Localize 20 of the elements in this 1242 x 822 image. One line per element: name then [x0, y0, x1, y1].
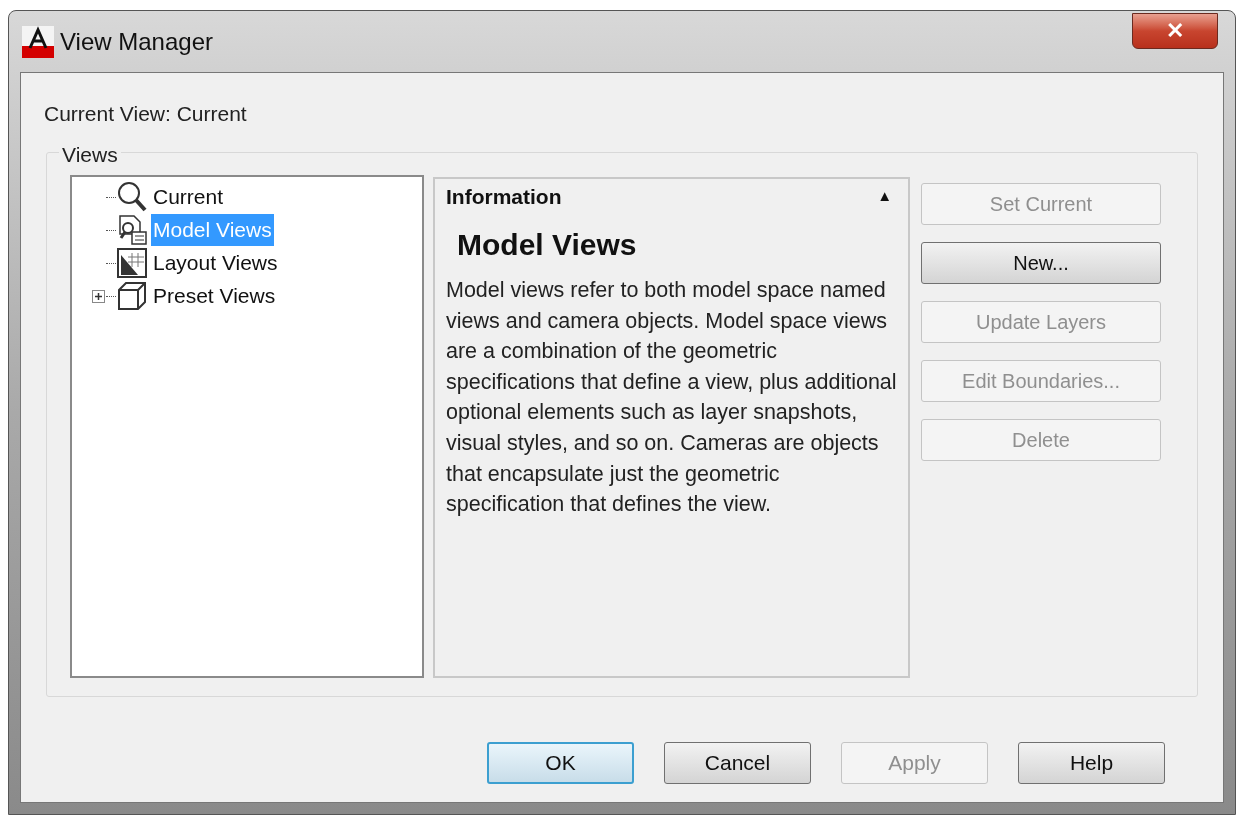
- expand-toggle-icon[interactable]: [92, 289, 105, 303]
- layout-sheet-icon: [116, 247, 148, 279]
- magnifier-icon: [116, 181, 148, 213]
- dialog-button[interactable]: Help: [1018, 741, 1165, 784]
- close-button[interactable]: ✕: [1132, 12, 1218, 49]
- dialog-button[interactable]: Cancel: [664, 741, 811, 784]
- dialog-button[interactable]: OK: [487, 741, 634, 784]
- tree-item[interactable]: Layout Views: [151, 247, 280, 279]
- information-title: Model Views: [457, 227, 638, 263]
- tree-item[interactable]: Preset Views: [151, 280, 278, 312]
- action-button[interactable]: New...: [921, 241, 1161, 284]
- document-magnifier-icon: [116, 214, 148, 246]
- cube-icon: [116, 280, 148, 312]
- app-logo-icon: [22, 25, 54, 58]
- window-title: View Manager: [60, 26, 213, 57]
- panel-header: Information: [446, 183, 562, 210]
- information-description: Model views refer to both model space named views and camera objects. Model space views are a combination of the geometric specifications that define a view, plus additional optional elements such as layer snapshots, visual styles, and so on. Cameras are objects that encapsulate just the geometric specification that defines the view.: [446, 277, 898, 519]
- current-view-label: Current View: Current: [44, 101, 248, 127]
- collapse-button[interactable]: ▲: [877, 185, 892, 208]
- tree-item[interactable]: Current: [151, 181, 226, 213]
